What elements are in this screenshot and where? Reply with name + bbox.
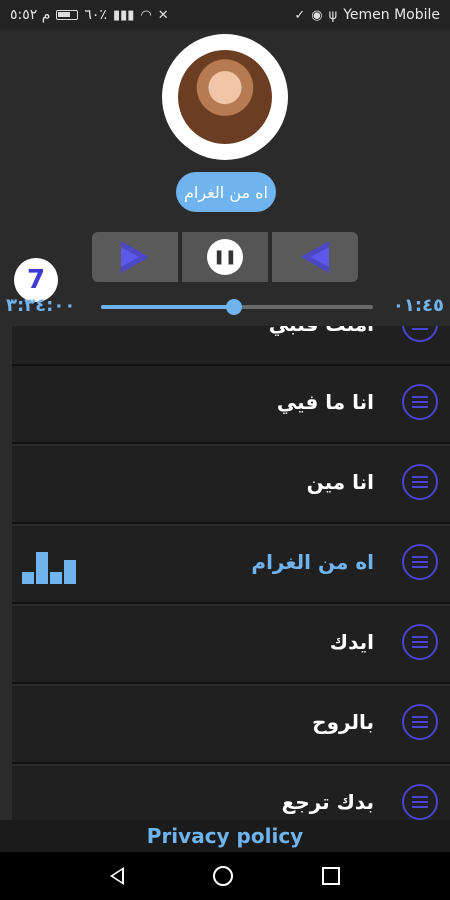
next-icon [121,241,149,273]
song-menu-icon[interactable] [402,624,438,660]
next-button[interactable] [92,232,178,282]
song-row[interactable]: امنت قلبي [12,326,450,366]
pause-icon: ❚❚ [207,239,243,275]
song-row[interactable]: انا ما فيي [12,366,450,444]
signal-icon: ▮▮▮ [112,7,135,23]
song-list: امنت قلبي انا ما فيي انا مين اه من الغرام اي… [12,326,450,820]
song-row[interactable]: انا مين [12,446,450,524]
clock: م ٥:٥٢ [10,7,51,23]
artist-avatar-frame [162,34,288,160]
wifi-icon: ◠ [140,7,152,23]
song-title: بالروح [312,710,374,734]
song-title: ايدك [329,630,374,654]
song-menu-icon[interactable] [402,544,438,580]
previous-button[interactable] [272,232,358,282]
recents-icon[interactable] [322,867,341,885]
mute-icon: ✕ [157,7,169,23]
home-icon[interactable] [212,866,233,886]
seek-bar[interactable] [101,299,373,315]
check-icon: ✓ [294,7,306,23]
player-header: اه من الغرام 7 ❚❚ ٣:٣٤:٠٠ ٠١:٤٥ [0,30,450,326]
equalizer-icon [22,544,80,584]
song-row[interactable]: اه من الغرام [12,526,450,604]
previous-icon [301,241,329,273]
song-menu-icon[interactable] [402,704,438,740]
seek-progress [101,305,235,309]
song-row[interactable]: بالروح [12,686,450,764]
song-title: انا ما فيي [276,390,374,414]
song-menu-icon[interactable] [402,384,438,420]
vpn-icon: ◉ [311,7,323,23]
carrier-name: Yemen Mobile [343,7,440,23]
seek-handle[interactable] [226,299,243,315]
song-title: انا مين [306,470,374,494]
antenna-icon: ψ [328,7,338,23]
current-song-title: اه من الغرام [176,172,276,212]
battery-level: ٦٠٪ [84,7,107,23]
playback-controls: ❚❚ [92,232,358,282]
song-menu-icon[interactable] [402,326,438,342]
song-title: امنت قلبي [269,326,374,336]
elapsed-label: ٠١:٤٥ [392,295,444,316]
back-icon[interactable] [109,867,124,885]
song-title: اه من الغرام [251,550,374,574]
song-menu-icon[interactable] [402,784,438,820]
navigation-bar [0,852,450,900]
song-row[interactable]: ايدك [12,606,450,684]
pause-button[interactable]: ❚❚ [182,232,268,282]
song-row[interactable]: بدك ترجع [12,766,450,820]
privacy-policy-link[interactable]: Privacy policy [0,820,450,852]
battery-icon [56,10,79,20]
song-title: بدك ترجع [281,790,374,814]
status-bar: م ٥:٥٢ ٦٠٪ ▮▮▮ ◠ ✕ ✓ ◉ ψ Yemen Mobile [0,0,450,30]
duration-label: ٣:٣٤:٠٠ [6,295,76,316]
artist-avatar [178,50,272,144]
song-menu-icon[interactable] [402,464,438,500]
